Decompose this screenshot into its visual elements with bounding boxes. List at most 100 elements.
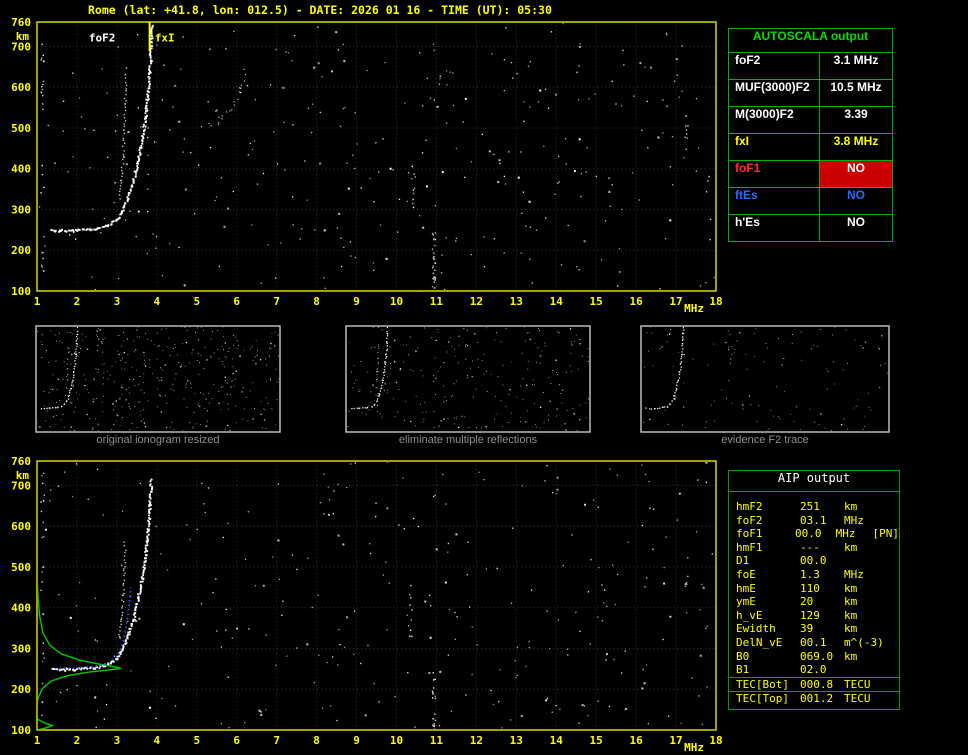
aip-row-fof2: foF2 03.1 MHz (729, 514, 899, 528)
aip-row-b0: B0 069.0 km (729, 650, 899, 664)
aip-extra (884, 568, 899, 582)
svg-text:500: 500 (11, 561, 31, 574)
aip-unit: km (844, 649, 858, 663)
aip-val: 03.1 (800, 513, 827, 527)
svg-text:5: 5 (193, 734, 200, 747)
autoscala-param-value: 3.39 (819, 107, 892, 133)
aip-name: ymE (736, 595, 756, 609)
svg-text:7: 7 (273, 734, 280, 747)
aip-row-yme: ymE 20 km (729, 595, 899, 609)
aip-extra (884, 678, 899, 692)
aip-name: DelN_vE (736, 635, 783, 649)
svg-text:300: 300 (11, 642, 31, 655)
svg-text:12: 12 (470, 295, 483, 308)
autoscala-row-fxi: fxI 3.8 MHz (729, 134, 892, 161)
aip-unit: TECU (844, 692, 871, 706)
svg-text:8: 8 (313, 734, 320, 747)
autoscala-row-muf3000f2: MUF(3000)F2 10.5 MHz (729, 80, 892, 107)
aip-val: 00.0 (800, 554, 827, 568)
svg-text:6: 6 (233, 734, 240, 747)
thumbnail-evidence-f2-trace (640, 325, 890, 433)
svg-text:km: km (16, 30, 30, 43)
aip-extra (884, 622, 899, 636)
autoscala-row-m3000f2: M(3000)F2 3.39 (729, 107, 892, 134)
aip-unit: km (844, 540, 858, 554)
svg-text:9: 9 (353, 295, 360, 308)
aip-val: 20 (800, 595, 814, 609)
svg-text:17: 17 (669, 295, 682, 308)
svg-text:3: 3 (114, 734, 121, 747)
svg-text:400: 400 (11, 602, 31, 615)
svg-text:11: 11 (430, 295, 444, 308)
svg-text:600: 600 (11, 81, 31, 94)
aip-val: 00.0 (795, 527, 822, 541)
svg-text:14: 14 (550, 734, 564, 747)
aip-val: 129 (800, 608, 820, 622)
autoscala-row-fof1: foF1 NO (729, 161, 892, 188)
svg-text:5: 5 (193, 295, 200, 308)
aip-unit: TECU (844, 677, 871, 691)
ionogram-bottom-plot: 760700600500400300200100km1 2 3 4 5 6 7 8 9 10 11 1… (11, 455, 723, 754)
aip-unit: MHz (844, 567, 864, 581)
svg-text:200: 200 (11, 244, 31, 257)
aip-extra (884, 650, 899, 664)
svg-text:fxI: fxI (155, 32, 175, 45)
aip-row-hme: hmE 110 km (729, 582, 899, 596)
autoscala-param-value: 3.1 MHz (819, 53, 892, 79)
svg-text:14: 14 (550, 295, 564, 308)
aip-extra (884, 514, 899, 528)
aip-row-tectop: TEC[Top] 001.2 TECU (729, 691, 899, 706)
aip-table-title: AIP output (729, 471, 899, 492)
svg-text:4: 4 (154, 734, 161, 747)
aip-name: hmE (736, 581, 756, 595)
aip-unit: MHz (835, 527, 856, 541)
aip-row-b1: B1 02.0 (729, 663, 899, 677)
svg-text:760: 760 (11, 455, 31, 468)
svg-text:16: 16 (629, 734, 643, 747)
svg-text:10: 10 (390, 295, 403, 308)
svg-text:13: 13 (510, 734, 523, 747)
svg-text:15: 15 (590, 734, 603, 747)
aip-val: 001.2 (800, 692, 834, 706)
aip-extra (884, 663, 899, 677)
svg-text:300: 300 (11, 203, 31, 216)
svg-text:1: 1 (34, 295, 41, 308)
aip-extra (884, 541, 899, 555)
autoscala-screen: Rome (lat: +41.8, lon: 012.5) - DATE: 20… (0, 0, 968, 755)
aip-unit: km (844, 581, 858, 595)
svg-text:6: 6 (233, 295, 240, 308)
aip-row-hve: h_vE 129 km (729, 609, 899, 623)
aip-extra: [PN] (872, 527, 900, 541)
aip-val: 069.0 (800, 649, 834, 663)
aip-row-tecbot: TEC[Bot] 000.8 TECU (729, 676, 899, 692)
aip-table-rows: hmF2 251 km foF2 03.1 MHz foF1 00.0 MHz [PN] hmF1 -… (729, 492, 899, 706)
aip-row-hmf1: hmF1 --- km (729, 541, 899, 555)
svg-text:2: 2 (74, 734, 81, 747)
svg-text:4: 4 (154, 295, 161, 308)
svg-text:1: 1 (34, 734, 41, 747)
autoscala-param-label: h'Es (735, 215, 760, 229)
aip-name: foF1 (736, 527, 763, 541)
aip-extra (884, 582, 899, 596)
svg-text:foF2: foF2 (89, 32, 116, 45)
aip-extra (884, 609, 899, 623)
svg-text:760: 760 (11, 16, 31, 29)
svg-text:400: 400 (11, 163, 31, 176)
aip-val: 251 (800, 500, 820, 513)
autoscala-param-value: NO (819, 161, 892, 187)
aip-extra (884, 636, 899, 650)
autoscala-row-hes: h'Es NO (729, 215, 892, 241)
autoscala-param-label: foF1 (735, 161, 761, 175)
svg-text:17: 17 (669, 734, 682, 747)
aip-unit: km (844, 595, 858, 609)
svg-text:600: 600 (11, 520, 31, 533)
svg-text:10: 10 (390, 734, 403, 747)
svg-text:8: 8 (313, 295, 320, 308)
autoscala-table-title: AUTOSCALA output (729, 29, 892, 53)
svg-text:11: 11 (430, 734, 444, 747)
svg-text:15: 15 (590, 295, 603, 308)
autoscala-output-table: AUTOSCALA output foF2 3.1 MHz MUF(3000)F2 1… (728, 28, 893, 242)
autoscala-row-fof2: foF2 3.1 MHz (729, 53, 892, 80)
thumbnail-original-ionogram (35, 325, 281, 433)
svg-text:3: 3 (114, 295, 121, 308)
